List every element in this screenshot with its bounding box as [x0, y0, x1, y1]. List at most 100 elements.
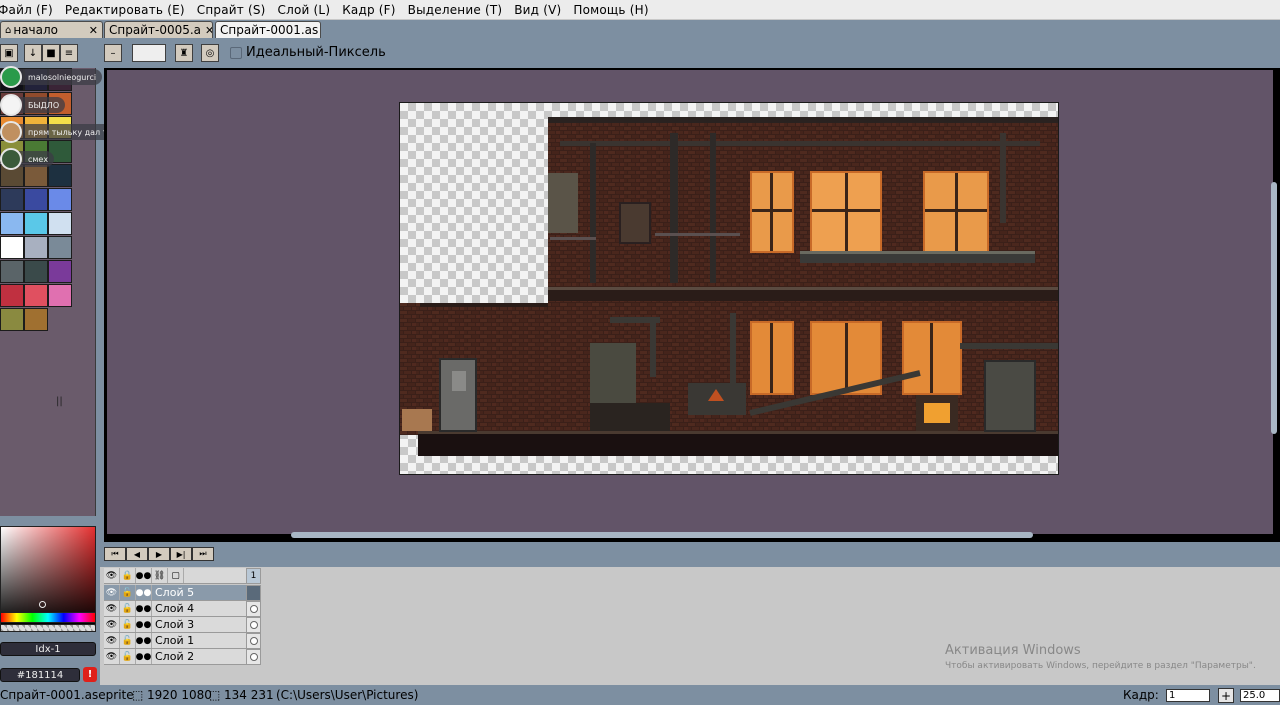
menu-view[interactable]: Вид (V) — [514, 3, 561, 17]
menu-layer[interactable]: Слой (L) — [278, 3, 331, 17]
stamp-icon[interactable]: ♜ — [175, 44, 193, 62]
layer-row[interactable]: 👁 🔓 ●● Слой 2 — [104, 649, 259, 665]
add-frame-button[interactable]: + — [1218, 688, 1234, 703]
palette-swatch[interactable] — [24, 164, 48, 187]
tab-home[interactable]: ⌂ начало ✕ — [0, 21, 103, 38]
lock-icon[interactable]: 🔒 — [120, 568, 136, 583]
tab-bar: ⌂ начало ✕ Спрайт-0005.a ✕ Спрайт-0001.a… — [0, 20, 1280, 38]
lock-icon[interactable]: 🔓 — [120, 633, 136, 648]
palette-swatch[interactable] — [0, 188, 24, 211]
menu-help[interactable]: Помощь (H) — [573, 3, 648, 17]
hex-color-field[interactable]: #181114 — [0, 668, 80, 682]
cel[interactable] — [246, 601, 261, 617]
close-icon[interactable]: ✕ — [205, 24, 212, 37]
last-frame-button[interactable]: ⏭ — [192, 547, 214, 561]
color-index-field[interactable]: Idx-1 — [0, 642, 96, 656]
lock-icon[interactable]: 🔓 — [120, 585, 136, 600]
close-icon[interactable]: ✕ — [89, 24, 98, 37]
palette-swatch[interactable] — [24, 260, 48, 283]
frame-number[interactable]: 1 — [246, 568, 261, 584]
list-icon[interactable]: ≡ — [60, 44, 78, 62]
continuous-icon[interactable]: ●● — [136, 585, 152, 600]
continuous-icon[interactable]: ●● — [136, 601, 152, 616]
vertical-scrollbar[interactable] — [1271, 182, 1277, 434]
tab-sprite-0001[interactable]: Спрайт-0001.as — [215, 21, 321, 38]
eye-icon[interactable]: 👁 — [104, 649, 120, 664]
cel[interactable] — [246, 617, 261, 633]
palette-swatch[interactable] — [24, 236, 48, 259]
palette-swatch[interactable] — [0, 260, 24, 283]
sprite-canvas[interactable] — [399, 102, 1059, 475]
saturation-value-box[interactable] — [0, 526, 96, 626]
palette-swatch[interactable] — [0, 236, 24, 259]
layer-row[interactable]: 👁 🔓 ●● Слой 5 — [104, 585, 259, 601]
warning-icon[interactable]: ! — [83, 667, 97, 682]
palette-swatch[interactable] — [48, 284, 72, 307]
continuous-icon[interactable]: ●● — [136, 617, 152, 632]
continuous-icon[interactable]: ●● — [136, 649, 152, 664]
move-down-icon[interactable]: ↓ — [24, 44, 42, 62]
fill-icon[interactable]: ■ — [42, 44, 60, 62]
cel[interactable] — [246, 585, 261, 601]
eye-icon[interactable]: 👁 — [104, 633, 120, 648]
eye-icon[interactable]: 👁 — [104, 585, 120, 600]
pixel-grid-icon[interactable]: ◎ — [201, 44, 219, 62]
lock-icon[interactable]: 🔓 — [120, 601, 136, 616]
play-button[interactable]: ▶ — [148, 547, 170, 561]
continuous-icon[interactable]: ●● — [136, 633, 152, 648]
menu-frame[interactable]: Кадр (F) — [342, 3, 395, 17]
palette-swatch[interactable] — [48, 212, 72, 235]
layer-row[interactable]: 👁 🔓 ●● Слой 3 — [104, 617, 259, 633]
alpha-slider[interactable] — [0, 624, 96, 632]
save-icon[interactable]: ▣ — [0, 44, 18, 62]
palette-swatch[interactable] — [24, 284, 48, 307]
palette-swatch[interactable] — [0, 308, 24, 331]
zoom-field[interactable]: 25.0 — [1240, 689, 1280, 702]
factory-pixel-art — [400, 117, 1058, 456]
eye-icon[interactable]: 👁 — [104, 568, 120, 583]
pixel-perfect-label: Идеальный-Пиксель — [246, 45, 386, 60]
prev-frame-button[interactable]: ◀ — [126, 547, 148, 561]
eye-icon[interactable]: 👁 — [104, 601, 120, 616]
next-frame-button[interactable]: ▶| — [170, 547, 192, 561]
status-bar: Спрайт-0001.aseprite ⬚ 1920 1080 ⬚ 134 2… — [0, 685, 1280, 705]
palette-swatch[interactable] — [0, 284, 24, 307]
layer-name: Слой 5 — [155, 586, 195, 599]
eye-icon[interactable]: 👁 — [104, 617, 120, 632]
minus-icon[interactable]: – — [104, 44, 122, 62]
palette-swatch[interactable] — [24, 308, 48, 331]
size-icon: ⬚ — [132, 688, 144, 702]
first-frame-button[interactable]: ⏮ — [104, 547, 126, 561]
link-icon[interactable]: ⛓ — [152, 568, 168, 583]
menu-file[interactable]: Файл (F) — [0, 3, 53, 17]
tab-sprite-0005[interactable]: Спрайт-0005.a ✕ — [104, 21, 213, 38]
menu-sprite[interactable]: Спрайт (S) — [197, 3, 266, 17]
palette-swatch[interactable] — [48, 260, 72, 283]
horizontal-scrollbar[interactable] — [291, 532, 1033, 538]
cel[interactable] — [246, 633, 261, 649]
palette-swatch[interactable] — [48, 188, 72, 211]
pixel-perfect-checkbox[interactable] — [230, 47, 242, 59]
palette-swatch[interactable] — [48, 236, 72, 259]
tab-label: Спрайт-0005.a — [109, 23, 202, 37]
menu-bar: Файл (F) Редактировать (E) Спрайт (S) Сл… — [0, 0, 1280, 20]
notification-text: malosolnieogurci — [28, 72, 97, 82]
menu-select[interactable]: Выделение (T) — [408, 3, 503, 17]
color-cursor[interactable] — [39, 601, 46, 608]
continuous-icon[interactable]: ●● — [136, 568, 152, 583]
palette-swatch[interactable] — [0, 212, 24, 235]
frame-icon[interactable]: ▢ — [168, 568, 184, 583]
palette-swatch[interactable] — [48, 164, 72, 187]
hue-slider[interactable] — [0, 612, 96, 623]
menu-edit[interactable]: Редактировать (E) — [65, 3, 185, 17]
palette-swatch[interactable] — [24, 212, 48, 235]
frame-input[interactable]: 1 — [1166, 689, 1210, 702]
layer-row[interactable]: 👁 🔓 ●● Слой 1 — [104, 633, 259, 649]
layer-row[interactable]: 👁 🔓 ●● Слой 4 — [104, 601, 259, 617]
palette-scroll-indicator: || — [56, 396, 63, 407]
cel[interactable] — [246, 649, 261, 665]
lock-icon[interactable]: 🔓 — [120, 649, 136, 664]
palette-swatch[interactable] — [24, 188, 48, 211]
brush-size-field[interactable] — [132, 44, 166, 62]
lock-icon[interactable]: 🔓 — [120, 617, 136, 632]
